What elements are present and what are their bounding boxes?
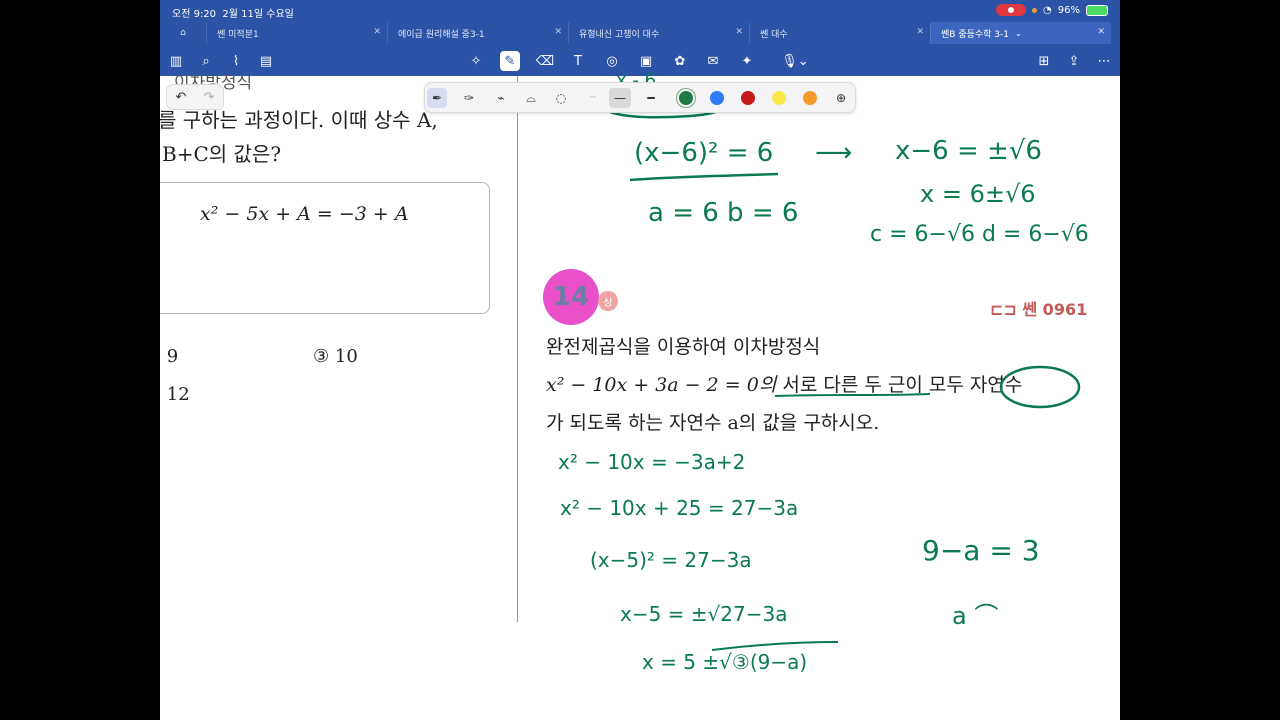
status-time: 오전 9:20 xyxy=(172,9,217,20)
thin-stroke-icon[interactable]: ┄ xyxy=(583,88,603,108)
color-swatch-red[interactable] xyxy=(741,91,755,105)
status-time-date: 오전 9:20 2월 11일 수요일 xyxy=(172,5,294,20)
tab-label: 쎈 대수 xyxy=(760,29,788,40)
screen-recording-icon[interactable] xyxy=(996,4,1027,16)
pen-icon[interactable]: ✎ xyxy=(500,51,520,71)
tab-ssen-algebra[interactable]: 쎈 대수 ✕ xyxy=(749,22,930,44)
color-swatch-orange[interactable] xyxy=(803,91,817,105)
add-page-icon[interactable]: ⊞ xyxy=(1034,51,1054,71)
wifi-icon: ◔ xyxy=(1043,4,1052,16)
tab-label: 쎈B 중등수학 3-1 xyxy=(941,29,1009,40)
medium-stroke-icon[interactable]: — xyxy=(609,88,631,108)
battery-icon xyxy=(1086,4,1108,16)
home-icon[interactable]: ⌂ xyxy=(160,28,206,38)
more-icon[interactable]: ⋯ xyxy=(1094,51,1114,71)
laser-pointer-icon[interactable]: ✦ xyxy=(737,51,757,71)
tab-label: 에이급 원리해설 중3-1 xyxy=(398,29,485,40)
stickers-icon[interactable]: ✿ xyxy=(670,51,690,71)
note-icon[interactable]: ✉ xyxy=(703,51,723,71)
app-chrome: 오전 9:20 2월 11일 수요일 ◔ 96% ⌂ 쎈 미적분1 ✕ 에이급 … xyxy=(160,0,1120,46)
redo-icon[interactable]: ↷ xyxy=(204,90,215,105)
microphone-icon[interactable]: 🎙⌄ xyxy=(778,51,812,71)
pen-toolbar: ✒ ✑ ⌁ ⌓ ◌ ┄ — ━ ⊕ xyxy=(424,82,856,113)
thick-stroke-icon[interactable]: ━ xyxy=(641,88,661,108)
tab-ssenb-middle3[interactable]: 쎈B 중등수학 3-1 ⌄ ✕ xyxy=(930,22,1111,44)
shape-pen-icon[interactable]: ◌ xyxy=(551,88,571,108)
ink-strokes xyxy=(586,85,1081,651)
battery-percent: 96% xyxy=(1057,4,1080,16)
close-icon[interactable]: ✕ xyxy=(373,27,381,37)
close-icon[interactable]: ✕ xyxy=(1097,27,1105,37)
close-icon[interactable]: ✕ xyxy=(916,27,924,37)
fountain-pen-icon[interactable]: ✒ xyxy=(427,88,447,108)
status-date: 2월 11일 수요일 xyxy=(222,9,294,20)
undo-redo-bar: ↶ ↷ xyxy=(166,84,224,110)
image-icon[interactable]: ▣ xyxy=(636,51,656,71)
color-swatch-green[interactable] xyxy=(679,91,693,105)
ipad-screen: 오전 9:20 2월 11일 수요일 ◔ 96% ⌂ 쎈 미적분1 ✕ 에이급 … xyxy=(160,0,1120,720)
add-color-icon[interactable]: ⊕ xyxy=(831,88,851,108)
tab-ssen-calculus1[interactable]: 쎈 미적분1 ✕ xyxy=(206,22,387,44)
document-tabs: ⌂ 쎈 미적분1 ✕ 에이급 원리해설 중3-1 ✕ 유형내신 고쟁이 대수 ✕… xyxy=(160,22,1120,44)
tab-label: 유형내신 고쟁이 대수 xyxy=(579,29,660,40)
lasso-icon[interactable]: ✧ xyxy=(466,51,486,71)
highlighter-icon[interactable]: ⌁ xyxy=(491,88,511,108)
chevron-down-icon[interactable]: ⌄ xyxy=(1015,29,1022,38)
share-icon[interactable]: ⇪ xyxy=(1064,51,1084,71)
eraser-icon[interactable]: ⌫ xyxy=(535,51,555,71)
pages-icon[interactable]: ▤ xyxy=(256,51,276,71)
shapes-icon[interactable]: ◎ xyxy=(602,51,622,71)
undo-icon[interactable]: ↶ xyxy=(176,90,187,105)
brush-icon[interactable]: ⌓ xyxy=(521,88,541,108)
color-swatch-blue[interactable] xyxy=(710,91,724,105)
close-icon[interactable]: ✕ xyxy=(554,27,562,37)
tab-agrade-middle3[interactable]: 에이급 원리해설 중3-1 ✕ xyxy=(387,22,568,44)
status-indicators: ◔ 96% xyxy=(996,4,1108,16)
document-page[interactable]: 이차방정식 를 구하는 과정이다. 이때 상수 A, B+C의 값은? x² −… xyxy=(160,70,1120,720)
close-icon[interactable]: ✕ xyxy=(735,27,743,37)
color-swatch-yellow[interactable] xyxy=(772,91,786,105)
tab-label: 쎈 미적분1 xyxy=(217,29,259,40)
ballpoint-pen-icon[interactable]: ✑ xyxy=(459,88,479,108)
mic-indicator-icon xyxy=(1032,7,1038,13)
tab-gojaengi-algebra[interactable]: 유형내신 고쟁이 대수 ✕ xyxy=(568,22,749,44)
text-icon[interactable]: T xyxy=(568,51,588,71)
